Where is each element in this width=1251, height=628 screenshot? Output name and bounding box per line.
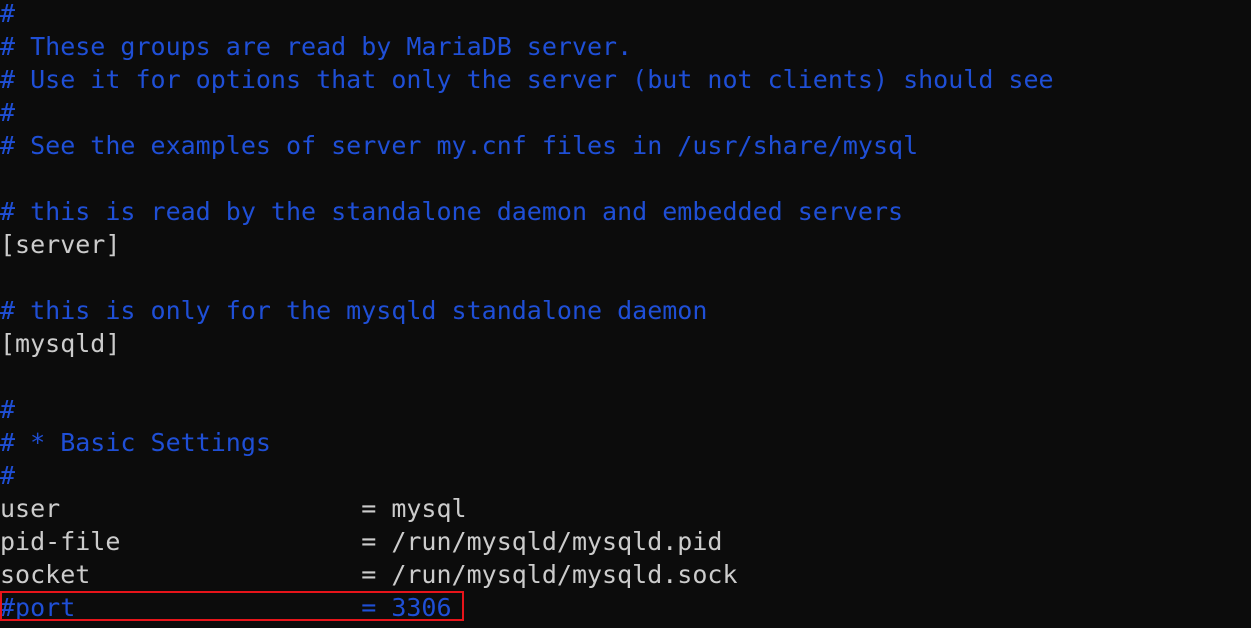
line-18: socket = /run/mysqld/mysqld.sock	[0, 560, 738, 589]
line-3: # Use it for options that only the serve…	[0, 65, 1054, 94]
line-1: #	[0, 0, 16, 28]
line-7: # this is read by the standalone daemon …	[0, 197, 904, 226]
line-13: #	[0, 395, 16, 424]
line-4: #	[0, 98, 16, 127]
line-11: [mysqld]	[0, 329, 121, 358]
line-14: # * Basic Settings	[0, 428, 271, 457]
line-2: # These groups are read by MariaDB serve…	[0, 32, 633, 61]
port-highlight-box	[0, 591, 464, 621]
line-8: [server]	[0, 230, 121, 259]
line-17: pid-file = /run/mysqld/mysqld.pid	[0, 527, 723, 556]
terminal-editor[interactable]: # # These groups are read by MariaDB ser…	[0, 0, 1251, 628]
line-16: user = mysql	[0, 494, 467, 523]
line-10: # this is only for the mysqld standalone…	[0, 296, 708, 325]
line-15: #	[0, 461, 16, 490]
line-5: # See the examples of server my.cnf file…	[0, 131, 919, 160]
